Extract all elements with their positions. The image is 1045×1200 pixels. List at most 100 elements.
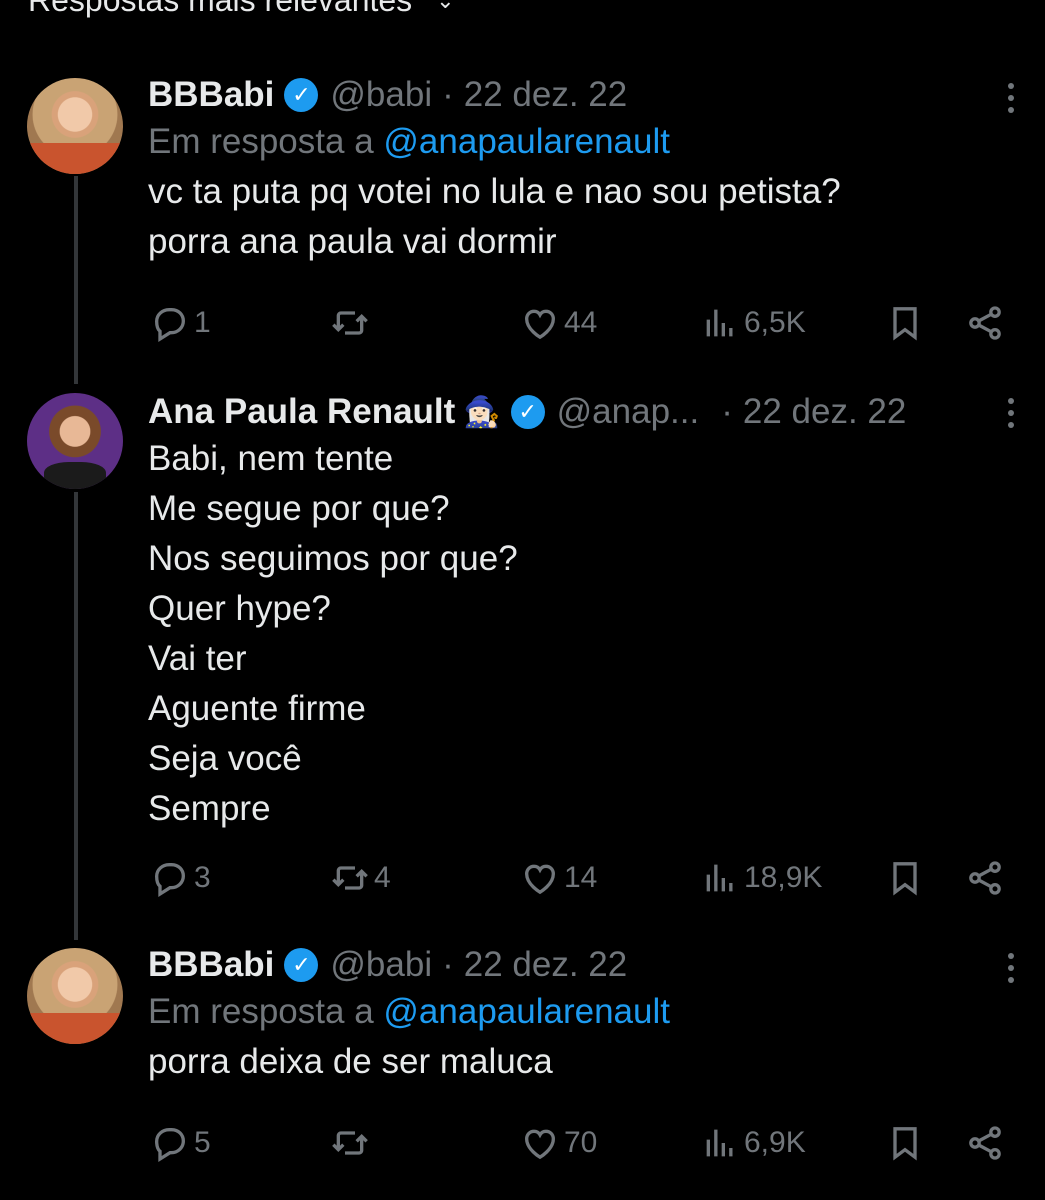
more-icon[interactable]	[1001, 76, 1021, 120]
tweet[interactable]: BBBabi ✓ @babi · 22 dez. 22 Em resposta …	[0, 940, 1045, 1200]
views-count: 6,5K	[744, 306, 806, 339]
share-icon	[969, 1126, 1001, 1160]
views-button[interactable]: 18,9K	[700, 853, 822, 903]
tweet-header: BBBabi ✓ @babi · 22 dez. 22	[148, 73, 1005, 117]
reply-button[interactable]: 5	[150, 1118, 211, 1168]
reply-context: Em resposta a @anapaularenault	[148, 987, 1005, 1037]
reply-button[interactable]: 1	[150, 298, 211, 348]
author-handle[interactable]: @babi	[330, 945, 432, 985]
repost-button[interactable]: 4	[330, 853, 391, 903]
like-icon	[524, 1129, 556, 1160]
tweet-header: Ana Paula Renault 🧙🏻‍♀️ ✓ @anap... · 22 …	[148, 390, 1005, 434]
reply-icon	[154, 863, 186, 898]
reply-count: 5	[194, 1126, 211, 1159]
share-icon	[969, 861, 1001, 895]
avatar[interactable]	[27, 948, 123, 1044]
tweet-text: Babi, nem tente Me segue por que? Nos se…	[148, 434, 1005, 834]
tweet-actions: 5 70 6,9K	[150, 1118, 1010, 1168]
reply-icon	[154, 308, 186, 343]
share-icon	[969, 306, 1001, 340]
reply-prefix: Em resposta a	[148, 122, 374, 161]
share-button[interactable]	[965, 853, 1005, 903]
verified-badge-icon: ✓	[284, 78, 319, 112]
tweet-text-line: Seja você	[148, 739, 302, 778]
views-count: 6,9K	[744, 1126, 806, 1159]
bookmark-button[interactable]	[885, 1118, 925, 1168]
verified-badge-icon: ✓	[510, 395, 545, 429]
reply-count: 3	[194, 861, 211, 894]
mention-link[interactable]: @anapaularenault	[383, 992, 670, 1031]
mention-link[interactable]: @anapaularenault	[383, 122, 670, 161]
like-icon	[524, 309, 556, 340]
tweet-date[interactable]: 22 dez. 22	[464, 75, 627, 115]
bookmark-button[interactable]	[885, 298, 925, 348]
tweet-text-line: porra ana paula vai dormir	[148, 222, 557, 261]
more-icon[interactable]	[1001, 946, 1021, 990]
separator-dot: ·	[721, 392, 733, 431]
tweet[interactable]: BBBabi ✓ @babi · 22 dez. 22 Em resposta …	[0, 70, 1045, 360]
bookmark-icon	[893, 1127, 917, 1161]
repost-button[interactable]	[330, 298, 374, 348]
repost-count: 4	[374, 861, 391, 894]
bookmark-button[interactable]	[885, 853, 925, 903]
like-count: 70	[564, 1126, 598, 1159]
like-icon	[524, 864, 556, 895]
tweet-text-line: vc ta puta pq votei no lula e nao sou pe…	[148, 172, 841, 211]
reply-icon	[154, 1128, 186, 1163]
views-button[interactable]: 6,9K	[700, 1118, 806, 1168]
tweet-text-line: Nos seguimos por que?	[148, 539, 518, 578]
like-button[interactable]: 44	[520, 298, 597, 348]
tweet-actions: 3 4 14 18,9K	[150, 853, 1010, 903]
reply-count: 1	[194, 306, 211, 339]
tweet-date[interactable]: 22 dez. 22	[743, 392, 906, 432]
repost-button[interactable]	[330, 1118, 374, 1168]
views-button[interactable]: 6,5K	[700, 298, 806, 348]
tweet-text-line: Aguente firme	[148, 689, 366, 728]
reply-context: Em resposta a @anapaularenault	[148, 117, 1005, 167]
tweet-text-line: Me segue por que?	[148, 489, 450, 528]
tweet-header: BBBabi ✓ @babi · 22 dez. 22	[148, 943, 1005, 987]
tweet-text-line: Vai ter	[148, 639, 247, 678]
views-count: 18,9K	[744, 861, 823, 894]
tweet-text-line: porra deixa de ser maluca	[148, 1042, 553, 1081]
tweet-text: porra deixa de ser maluca	[148, 1037, 1005, 1087]
repost-icon	[332, 1131, 368, 1155]
author-handle[interactable]: @babi	[330, 75, 432, 115]
author-name[interactable]: BBBabi	[148, 945, 274, 985]
separator-dot: ·	[442, 945, 454, 984]
mage-emoji-icon: 🧙🏻‍♀️	[463, 395, 501, 429]
more-icon[interactable]	[1001, 391, 1021, 435]
tweet-actions: 1 44 6,5K	[150, 298, 1010, 348]
tweet[interactable]: Ana Paula Renault 🧙🏻‍♀️ ✓ @anap... · 22 …	[0, 385, 1045, 925]
tweet-text-line: Quer hype?	[148, 589, 331, 628]
separator-dot: ·	[442, 75, 454, 114]
verified-badge-icon: ✓	[284, 948, 319, 982]
repost-icon	[332, 311, 368, 335]
reply-prefix: Em resposta a	[148, 992, 374, 1031]
avatar[interactable]	[27, 393, 123, 489]
share-button[interactable]	[965, 1118, 1005, 1168]
replies-sort-dropdown[interactable]: Respostas mais relevantes ⌄	[28, 0, 455, 19]
author-name[interactable]: Ana Paula Renault	[148, 392, 455, 432]
like-button[interactable]: 14	[520, 853, 597, 903]
bookmark-icon	[893, 862, 917, 896]
avatar[interactable]	[27, 78, 123, 174]
author-handle[interactable]: @anap...	[557, 392, 700, 432]
views-icon	[706, 1129, 733, 1157]
reply-button[interactable]: 3	[150, 853, 211, 903]
views-icon	[706, 864, 733, 892]
tweet-date[interactable]: 22 dez. 22	[464, 945, 627, 985]
author-name[interactable]: BBBabi	[148, 75, 274, 115]
tweet-text-line: Sempre	[148, 789, 271, 828]
bookmark-icon	[893, 307, 917, 341]
tweet-text: vc ta puta pq votei no lula e nao sou pe…	[148, 167, 1005, 267]
views-icon	[706, 309, 733, 337]
like-button[interactable]: 70	[520, 1118, 597, 1168]
reply-thread: Respostas mais relevantes ⌄ BBBabi ✓ @ba…	[0, 0, 1045, 1200]
tweet-text-line: Babi, nem tente	[148, 439, 394, 478]
share-button[interactable]	[965, 298, 1005, 348]
like-count: 44	[564, 306, 598, 339]
repost-icon	[332, 866, 368, 890]
sort-label: Respostas mais relevantes	[28, 0, 413, 18]
chevron-down-icon: ⌄	[436, 0, 455, 13]
